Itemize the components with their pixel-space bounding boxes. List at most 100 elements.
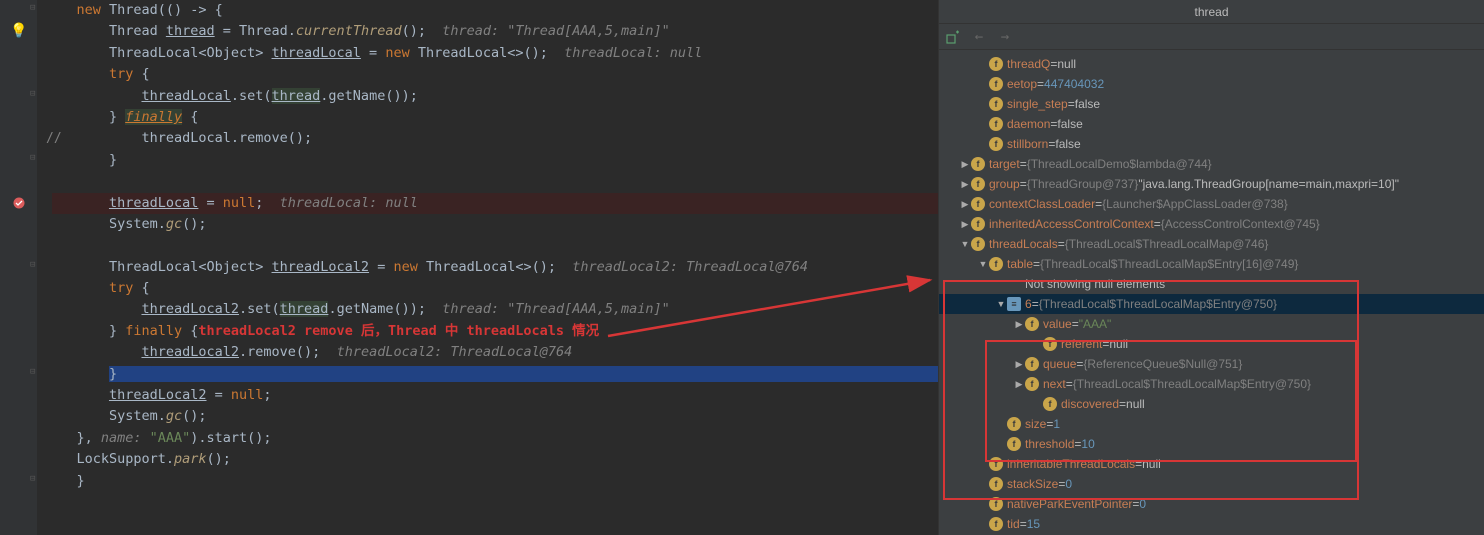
- debugger-toolbar: ← →: [939, 24, 1484, 50]
- debugger-variables-pane[interactable]: thread ← → fthreadQ = nullfeetop = 44740…: [938, 0, 1484, 535]
- code-line[interactable]: } finally {threadLocal2 remove 后，Thread …: [52, 321, 938, 342]
- code-line[interactable]: threadLocal2 = null;: [52, 385, 938, 406]
- variable-row[interactable]: feetop = 447404032: [939, 74, 1484, 94]
- variable-row[interactable]: fdiscovered = null: [939, 394, 1484, 414]
- code-area[interactable]: new Thread(() -> { Thread thread = Threa…: [38, 0, 938, 535]
- fold-handle-icon[interactable]: ⊟: [30, 153, 35, 163]
- code-line[interactable]: System.gc();: [52, 406, 938, 427]
- code-line[interactable]: } finally {: [52, 107, 938, 128]
- code-line[interactable]: }, name: "AAA").start();: [52, 428, 938, 449]
- code-line[interactable]: try {: [52, 278, 938, 299]
- fold-handle-icon[interactable]: ⊟: [30, 474, 35, 484]
- variable-name: table: [1007, 254, 1033, 274]
- code-line[interactable]: System.gc();: [52, 214, 938, 235]
- variable-row[interactable]: ▼fthreadLocals = {ThreadLocal$ThreadLoca…: [939, 234, 1484, 254]
- code-line[interactable]: }: [52, 471, 938, 492]
- field-icon: f: [1043, 397, 1057, 411]
- variable-value: {ThreadLocal$ThreadLocalMap$Entry[16]@74…: [1040, 254, 1298, 274]
- code-line[interactable]: threadLocal = null; threadLocal: null: [52, 193, 938, 214]
- variable-row[interactable]: ftid = 15: [939, 514, 1484, 534]
- variable-row[interactable]: ▶ftarget = {ThreadLocalDemo$lambda@744}: [939, 154, 1484, 174]
- field-icon: f: [989, 137, 1003, 151]
- fold-handle-icon[interactable]: ⊟: [30, 3, 35, 13]
- variable-row[interactable]: fsize = 1: [939, 414, 1484, 434]
- variable-row[interactable]: fsingle_step = false: [939, 94, 1484, 114]
- lightbulb-icon[interactable]: 💡: [12, 24, 26, 38]
- fold-handle-icon[interactable]: ⊟: [30, 367, 35, 377]
- field-icon: f: [1043, 337, 1057, 351]
- variable-row[interactable]: ▶fqueue = {ReferenceQueue$Null@751}: [939, 354, 1484, 374]
- variable-row[interactable]: fstackSize = 0: [939, 474, 1484, 494]
- variable-row[interactable]: ▶fcontextClassLoader = {Launcher$AppClas…: [939, 194, 1484, 214]
- variable-value: {ThreadGroup@737}: [1027, 174, 1139, 194]
- variable-row[interactable]: ▶fnext = {ThreadLocal$ThreadLocalMap$Ent…: [939, 374, 1484, 394]
- code-line[interactable]: threadLocal.remove();: [52, 128, 938, 149]
- code-line[interactable]: try {: [52, 64, 938, 85]
- expand-icon[interactable]: ▼: [959, 234, 971, 254]
- variable-row[interactable]: ▶fvalue = "AAA": [939, 314, 1484, 334]
- expand-icon[interactable]: ▼: [977, 254, 989, 274]
- field-icon: f: [971, 177, 985, 191]
- field-icon: f: [971, 217, 985, 231]
- variables-tree[interactable]: fthreadQ = nullfeetop = 447404032fsingle…: [939, 50, 1484, 535]
- expand-icon[interactable]: ▶: [959, 194, 971, 214]
- variable-row[interactable]: ▶finheritedAccessControlContext = {Acces…: [939, 214, 1484, 234]
- variable-value: 0: [1139, 494, 1146, 514]
- variable-value: null: [1142, 454, 1161, 474]
- variable-name: eetop: [1007, 74, 1037, 94]
- expand-icon[interactable]: ▶: [959, 154, 971, 174]
- variable-value: {AccessControlContext@745}: [1161, 214, 1320, 234]
- code-line[interactable]: }: [52, 150, 938, 171]
- code-line[interactable]: }: [52, 364, 938, 385]
- forward-icon[interactable]: →: [997, 29, 1013, 45]
- new-watch-icon[interactable]: [945, 29, 961, 45]
- expand-icon[interactable]: ▼: [995, 294, 1007, 314]
- variable-row[interactable]: finheritableThreadLocals = null: [939, 454, 1484, 474]
- variable-name: inheritableThreadLocals: [1007, 454, 1135, 474]
- info-text: Not showing null elements: [1025, 274, 1165, 294]
- field-icon: f: [1025, 317, 1039, 331]
- code-line[interactable]: threadLocal2.remove(); threadLocal2: Thr…: [52, 342, 938, 363]
- variable-row[interactable]: freferent = null: [939, 334, 1484, 354]
- field-icon: f: [1007, 417, 1021, 431]
- variable-row[interactable]: ▼≡6 = {ThreadLocal$ThreadLocalMap$Entry@…: [939, 294, 1484, 314]
- variable-row[interactable]: ▼ftable = {ThreadLocal$ThreadLocalMap$En…: [939, 254, 1484, 274]
- variable-row[interactable]: Not showing null elements: [939, 274, 1484, 294]
- code-line[interactable]: [52, 235, 938, 256]
- expand-icon[interactable]: ▶: [1013, 354, 1025, 374]
- variable-row[interactable]: fdaemon = false: [939, 114, 1484, 134]
- code-editor[interactable]: ⊟ 💡 ⊟ ⊟ ⊟ ⊟ ⊟ new Thread(() -> { Thread thread…: [0, 0, 938, 535]
- variable-name: threshold: [1025, 434, 1074, 454]
- field-icon: f: [989, 117, 1003, 131]
- code-line[interactable]: Thread thread = Thread.currentThread(); …: [52, 21, 938, 42]
- back-icon[interactable]: ←: [971, 29, 987, 45]
- expand-icon[interactable]: ▶: [1013, 374, 1025, 394]
- code-line[interactable]: ThreadLocal<Object> threadLocal = new Th…: [52, 43, 938, 64]
- variable-value: 10: [1081, 434, 1094, 454]
- field-icon: f: [971, 237, 985, 251]
- variable-value: null: [1126, 394, 1145, 414]
- fold-handle-icon[interactable]: ⊟: [30, 89, 35, 99]
- field-icon: f: [989, 57, 1003, 71]
- expand-icon[interactable]: ▶: [959, 174, 971, 194]
- code-line[interactable]: ThreadLocal<Object> threadLocal2 = new T…: [52, 257, 938, 278]
- breakpoint-icon[interactable]: [12, 196, 26, 210]
- variable-row[interactable]: fnativeParkEventPointer = 0: [939, 494, 1484, 514]
- variable-row[interactable]: ▶fgroup = {ThreadGroup@737} "java.lang.T…: [939, 174, 1484, 194]
- code-line[interactable]: threadLocal.set(thread.getName());: [52, 86, 938, 107]
- variable-name: nativeParkEventPointer: [1007, 494, 1132, 514]
- code-line[interactable]: threadLocal2.set(thread.getName()); thre…: [52, 299, 938, 320]
- variable-row[interactable]: fthreadQ = null: [939, 54, 1484, 74]
- code-line[interactable]: new Thread(() -> {: [52, 0, 938, 21]
- expand-icon[interactable]: ▶: [959, 214, 971, 234]
- field-icon: f: [989, 97, 1003, 111]
- variable-row[interactable]: fstillborn = false: [939, 134, 1484, 154]
- variable-name: next: [1043, 374, 1066, 394]
- variable-name: target: [989, 154, 1020, 174]
- variable-row[interactable]: fthreshold = 10: [939, 434, 1484, 454]
- expand-icon[interactable]: ▶: [1013, 314, 1025, 334]
- fold-handle-icon[interactable]: ⊟: [30, 260, 35, 270]
- code-line[interactable]: LockSupport.park();: [52, 449, 938, 470]
- field-icon: f: [989, 517, 1003, 531]
- code-line[interactable]: [52, 171, 938, 192]
